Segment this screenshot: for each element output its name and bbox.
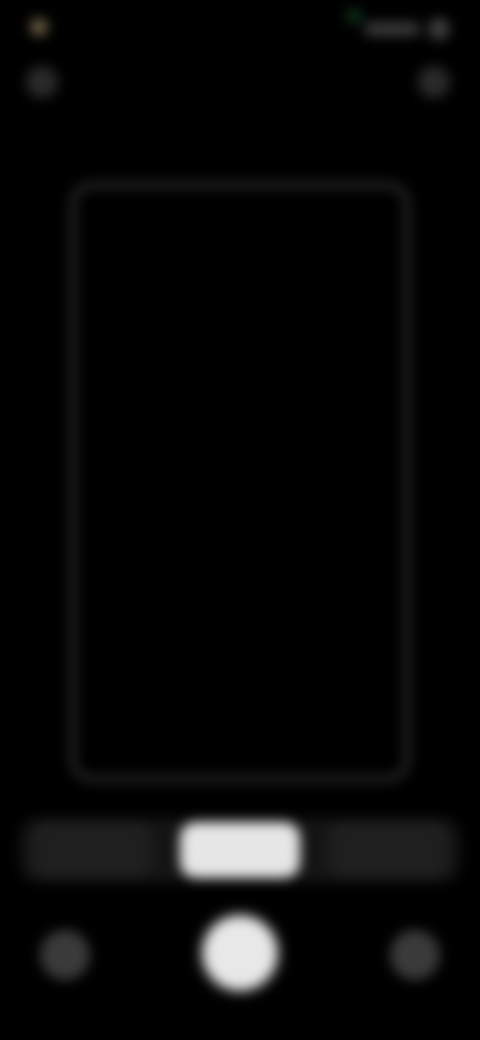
flash-icon[interactable] xyxy=(418,66,450,98)
gallery-icon[interactable] xyxy=(40,930,90,980)
mode-center-active[interactable] xyxy=(180,822,300,878)
camera-dot-icon xyxy=(30,18,48,36)
battery-icon xyxy=(428,18,450,40)
settings-icon[interactable] xyxy=(26,66,58,98)
status-right xyxy=(340,10,450,40)
signal-icon xyxy=(346,10,362,22)
status-bar xyxy=(0,0,480,60)
shutter-button[interactable] xyxy=(203,916,277,990)
status-pill xyxy=(364,22,420,36)
mode-left[interactable] xyxy=(32,822,152,878)
mode-selector xyxy=(20,818,460,882)
bottom-controls xyxy=(0,910,480,1000)
viewfinder-frame[interactable] xyxy=(70,182,410,782)
status-left xyxy=(30,16,120,38)
mode-right[interactable] xyxy=(328,822,448,878)
switch-camera-icon[interactable] xyxy=(390,930,440,980)
